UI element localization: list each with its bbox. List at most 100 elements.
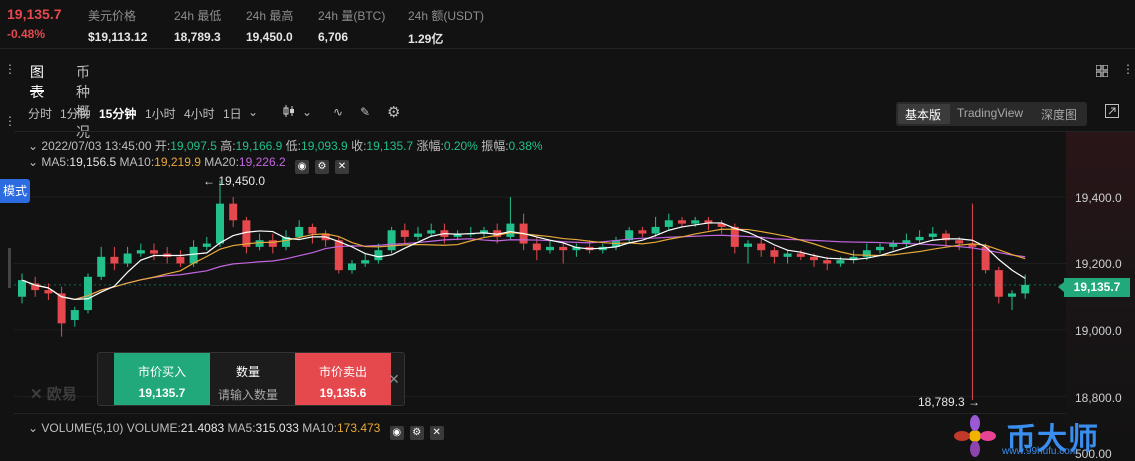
ma20-value: 19,226.2	[238, 155, 286, 169]
quantity-field[interactable]: 数量 请输入数量	[205, 353, 291, 405]
info-chevron-icon[interactable]: ⌄	[28, 139, 38, 153]
candle-body	[532, 243, 541, 251]
ma10-value: 19,219.9	[154, 155, 201, 169]
candle-body	[559, 246, 568, 251]
change-value: 0.20%	[443, 139, 478, 153]
ma5-value: 19,156.5	[69, 155, 117, 169]
bidashi-logo: 币大师 www.99hufu.com	[948, 414, 1135, 459]
candle-body	[810, 256, 818, 261]
candle-body	[915, 236, 924, 241]
market-buy-button[interactable]: 市价买入 19,135.7	[114, 353, 210, 405]
candle-body	[876, 246, 884, 251]
volume-title: VOLUME(5,10)	[41, 421, 124, 435]
axis-label: 18,800.0	[1075, 391, 1122, 405]
volume-chevron-icon[interactable]: ⌄	[28, 421, 38, 435]
volume-value: 21.4083	[180, 421, 225, 435]
candle-body	[546, 246, 554, 251]
flower-logo-icon	[954, 415, 996, 457]
volume-close-icon[interactable]: ✕	[429, 426, 444, 440]
ma10-label: MA10:	[119, 155, 155, 169]
candle-body	[664, 220, 673, 227]
ma5-label: MA5:	[41, 155, 70, 169]
candle-body	[150, 250, 158, 254]
candle-body	[994, 270, 1003, 297]
candle-body	[374, 250, 383, 261]
candle-body	[955, 240, 964, 244]
sell-price: 19,135.6	[319, 386, 367, 400]
market-sell-button[interactable]: 市价卖出 19,135.6	[295, 353, 391, 405]
volume-divider	[14, 413, 1066, 414]
trade-panel-close-icon[interactable]: ✕	[388, 371, 400, 388]
axis-label: 19,200.0	[1075, 257, 1122, 271]
axis-label: 19,000.0	[1075, 324, 1122, 338]
low-annotation: 18,789.3 →	[918, 395, 981, 409]
low-value: 19,093.9	[301, 139, 348, 153]
candle-body	[348, 263, 356, 271]
volume-info: ⌄ VOLUME(5,10) VOLUME:21.4083 MA5:315.03…	[28, 421, 444, 440]
candle-body	[84, 276, 92, 311]
volume-visibility-eye-icon[interactable]: ◉	[389, 426, 404, 440]
candle-body	[506, 223, 515, 237]
axis-label: 19,400.0	[1075, 191, 1122, 205]
candle-body	[361, 260, 370, 264]
candle-body	[216, 203, 224, 244]
candle-body	[651, 226, 660, 234]
ma-chevron-icon[interactable]: ⌄	[28, 155, 38, 169]
candle-body	[1021, 284, 1030, 294]
close-value: 19,135.7	[366, 139, 414, 153]
candle-body	[110, 256, 119, 264]
candle-body	[123, 253, 132, 264]
ma-info: ⌄ MA5:19,156.5 MA10:19,219.9 MA20:19,226…	[28, 155, 349, 174]
candle-body	[823, 260, 832, 264]
open-label: 开:	[154, 139, 171, 153]
buy-label: 市价买入	[137, 365, 186, 379]
close-label: 收:	[351, 139, 367, 153]
logo-url: www.99hufu.com	[1002, 446, 1079, 457]
candle-body	[889, 243, 898, 247]
candle-body	[1008, 293, 1016, 297]
quantity-placeholder: 请输入数量	[217, 388, 278, 402]
candle-body	[308, 226, 317, 234]
candle-body	[770, 250, 779, 257]
current-price-tag: 19,135.7	[1058, 278, 1130, 297]
candle-body	[387, 230, 396, 251]
candle-body	[255, 240, 264, 247]
watermark-text: 欧易	[46, 386, 77, 403]
volume-ma5-value: 315.033	[255, 421, 299, 435]
volume-label: VOLUME:	[126, 421, 181, 435]
okx-watermark-logo: ✕ 欧易	[30, 386, 77, 403]
candle-body	[414, 233, 422, 237]
mode-badge[interactable]: 模式	[0, 179, 30, 203]
ma-settings-gear-icon[interactable]: ⚙	[314, 160, 329, 174]
ma-visibility-eye-icon[interactable]: ◉	[294, 160, 309, 174]
candle-body	[400, 230, 409, 237]
amplitude-value: 0.38%	[508, 139, 543, 153]
candle-body	[44, 290, 53, 294]
change-label: 涨幅:	[416, 139, 444, 153]
quick-trade-panel: 市价买入 19,135.7 数量 请输入数量 市价卖出 19,135.6 ✕	[97, 352, 405, 406]
candle-body	[796, 253, 805, 257]
volume-ma10-value: 173.473	[336, 421, 381, 435]
ma-close-icon[interactable]: ✕	[334, 160, 349, 174]
volume-settings-gear-icon[interactable]: ⚙	[409, 426, 424, 440]
candle-datetime: 2022/07/03 13:45:00	[41, 139, 152, 153]
candle-body	[836, 260, 845, 264]
candle-body	[427, 230, 436, 234]
candle-body	[295, 226, 304, 237]
candle-body	[229, 203, 238, 221]
candle-body	[744, 243, 752, 247]
candle-body	[691, 220, 700, 224]
high-value: 19,166.9	[235, 139, 283, 153]
candle-body	[268, 240, 277, 247]
candle-body	[242, 220, 251, 247]
candle-body	[70, 310, 79, 321]
buy-price: 19,135.7	[138, 386, 186, 400]
high-annotation: ← 19,450.0	[203, 174, 266, 188]
candle-body	[189, 246, 198, 264]
candle-body	[334, 240, 343, 271]
low-annotation-value: 18,789.3	[918, 395, 965, 409]
quantity-label: 数量	[235, 365, 260, 379]
high-annotation-value: 19,450.0	[218, 174, 266, 188]
volume-ma5-label: MA5:	[227, 421, 256, 435]
candle-body	[678, 220, 686, 224]
